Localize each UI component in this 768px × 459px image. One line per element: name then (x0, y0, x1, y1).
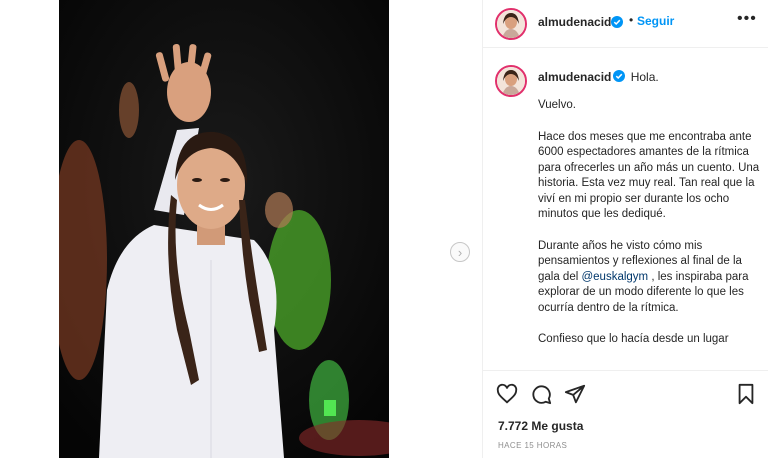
share-icon[interactable] (564, 383, 586, 405)
separator-dot: • (629, 13, 634, 27)
bookmark-icon[interactable] (735, 383, 757, 405)
post-media-area: › (0, 0, 470, 458)
more-options-icon[interactable]: ••• (737, 10, 757, 28)
caption-paragraph: Vuelvo. (538, 99, 576, 111)
caption-area: almudenacid Hola. Vuelvo. Hace dos meses… (483, 48, 768, 370)
verified-badge-icon (611, 15, 623, 33)
likes-count[interactable]: 7.772 Me gusta (498, 419, 583, 433)
avatar-image (497, 10, 525, 38)
next-slide-button[interactable]: › (450, 242, 470, 262)
heart-icon[interactable] (496, 383, 518, 405)
post-photo[interactable] (59, 0, 389, 458)
verified-badge-icon (613, 70, 626, 85)
comment-icon[interactable] (530, 383, 552, 405)
caption-first-line: Hola. (630, 70, 659, 84)
post-actions: 7.772 Me gusta HACE 15 HORAS (483, 370, 768, 459)
follow-button[interactable]: Seguir (637, 14, 674, 28)
caption-paragraph: Confieso que lo hacía desde un lugar (538, 333, 729, 345)
chevron-right-icon: › (457, 244, 463, 260)
caption-paragraph: Durante años he visto cómo mis pensamien… (538, 239, 760, 317)
avatar-image (497, 67, 525, 95)
caption-text: Vuelvo. Hace dos meses que me encontraba… (538, 98, 760, 364)
mention-link[interactable]: @euskalgym (581, 271, 648, 283)
post-timestamp[interactable]: HACE 15 HORAS (498, 441, 567, 450)
post-side-panel: almudenacid • Seguir ••• almudenacid Hol… (482, 0, 768, 458)
post-header: almudenacid • Seguir ••• (483, 0, 768, 48)
avatar[interactable] (495, 8, 527, 40)
caption-header: almudenacid Hola. (538, 70, 659, 85)
caption-username[interactable]: almudenacid (538, 70, 611, 84)
username-link[interactable]: almudenacid (538, 15, 611, 29)
caption-avatar[interactable] (495, 65, 527, 97)
photo-illustration (59, 0, 389, 458)
caption-paragraph: Hace dos meses que me encontraba ante 60… (538, 130, 760, 221)
